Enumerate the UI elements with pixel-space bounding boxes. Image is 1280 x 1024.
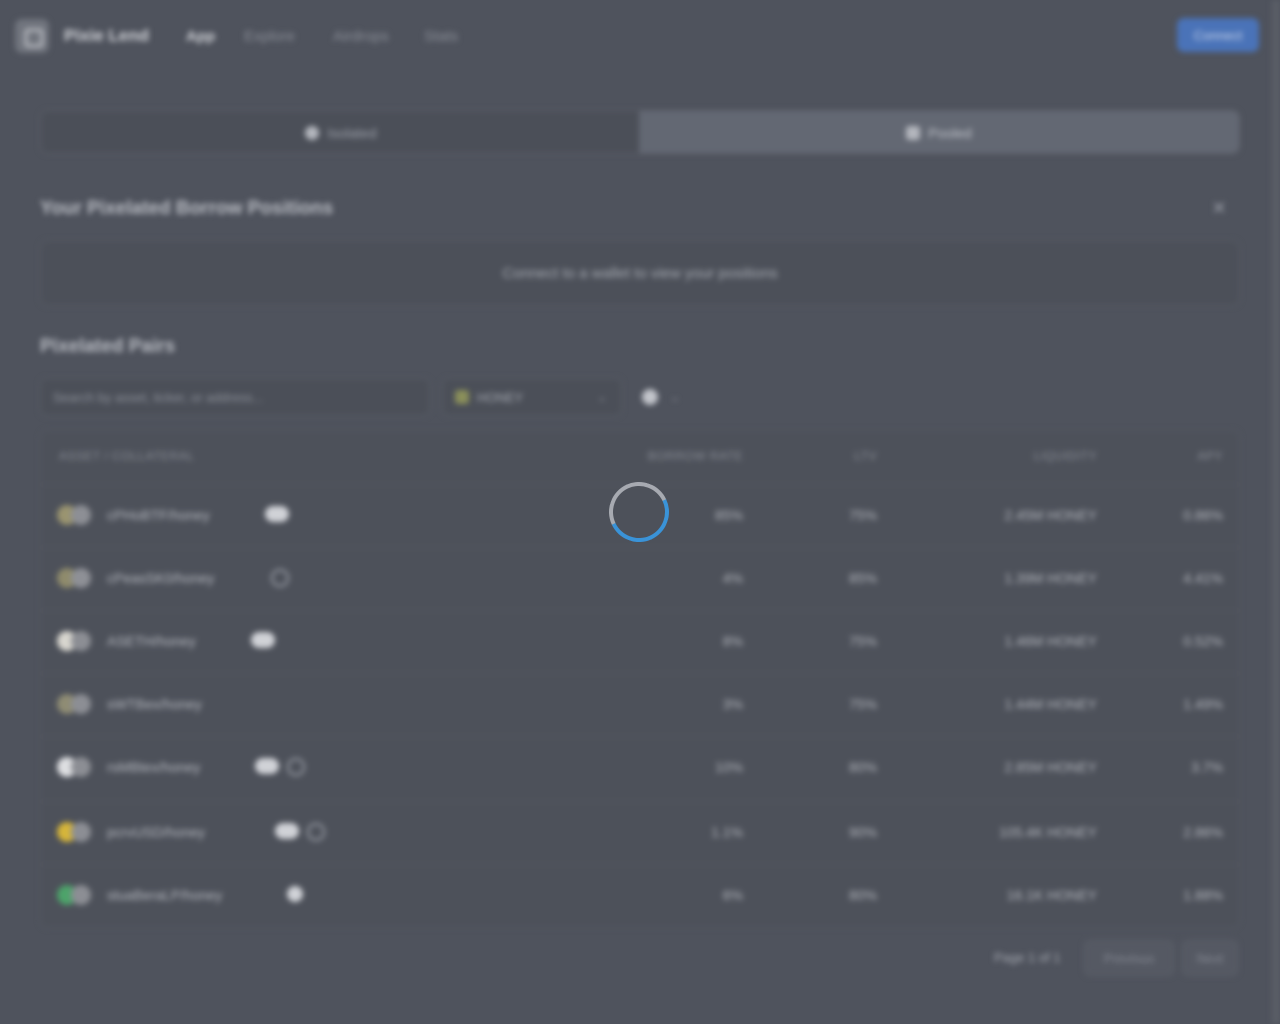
nav-app[interactable]: App [186,28,215,45]
pairs-title: Pixelated Pairs [40,336,176,357]
borrow-rate-cell: 6% [722,887,743,903]
apy-cell: 1.88% [1183,887,1223,903]
search-input[interactable] [40,378,430,416]
ltv-cell: 75% [848,696,877,712]
table-row[interactable]: stuaBeraLP/honey 6% 80% 16.1K HONEY 1.88% [41,864,1239,927]
asset-token-icon [71,505,91,525]
mode-option-label: Pooled [928,125,972,141]
ltv-cell: 75% [848,507,877,523]
pair-name: stuaBeraLP/honey [107,887,223,903]
borrow-rate-cell: 4% [722,570,743,586]
app-logo-icon[interactable] [15,19,49,53]
liquidity-cell: 105.4K HONEY [998,824,1097,840]
token-pair-icon [57,822,93,844]
apy-cell: 3.7% [1191,759,1223,775]
isolated-icon [305,126,320,140]
positions-empty-state: Connect to a wallet to view your positio… [40,240,1240,306]
apy-cell: 2.86% [1183,824,1223,840]
apy-cell: 1.49% [1183,696,1223,712]
column-header-borrow-rate[interactable]: BORROW RATE [611,449,743,463]
liquidity-cell: 16.1K HONEY [1006,887,1097,903]
chevron-down-icon: ⌄ [596,390,607,404]
asset-token-icon [71,822,91,842]
chevron-down-icon: ⌄ [670,390,681,404]
honey-token-icon [455,390,469,404]
info-icon [271,569,289,587]
liquidity-cell: 2.85M HONEY [1004,759,1097,775]
token-pair-icon [57,694,93,716]
borrow-rate-cell: 8% [722,633,743,649]
status-badge [265,506,289,522]
pair-name: cPeasSK0/honey [107,570,215,586]
asset-token-icon [71,631,91,651]
table-row[interactable]: cPeasSK0/honey 4% 85% 1.39M HONEY 4.41% [41,547,1239,610]
pair-name: rsMBtex/honey [107,759,201,775]
close-icon[interactable]: ✕ [1208,197,1230,219]
table-row[interactable]: rsMBtex/honey 10% 80% 2.85M HONEY 3.7% [41,736,1239,799]
asset-filter-label: HONEY [477,389,524,405]
ltv-cell: 80% [848,887,877,903]
status-badge [275,823,299,839]
status-badge [287,886,303,902]
info-icon [307,823,325,841]
nav-airdrops[interactable]: Airdrops [333,28,389,45]
pair-name: ASETH/honey [107,633,196,649]
token-pair-icon [57,757,93,779]
info-icon [287,758,305,776]
liquidity-cell: 1.44M HONEY [1004,696,1097,712]
borrow-rate-cell: 1.1% [711,824,743,840]
positions-title: Your Pixelated Borrow Positions [40,198,334,219]
table-row[interactable]: ASETH/honey 8% 75% 1.46M HONEY 0.52% [41,610,1239,673]
column-header-asset[interactable]: ASSET / COLLATERAL [59,449,194,463]
borrow-rate-cell: 3% [722,696,743,712]
brand-name: Pixie Lend [64,26,150,45]
table-row[interactable]: sWTBex/honey 3% 75% 1.44M HONEY 1.49% [41,673,1239,736]
mode-option-pooled[interactable]: Pooled [639,111,1239,153]
mode-toggle: Isolated Pooled [40,110,1240,154]
page-indicator: Page 1 of 1 [994,950,1061,965]
column-header-ltv[interactable]: LTV [781,449,877,463]
secondary-filter[interactable]: ⌄ [634,378,694,416]
filter-toggle-icon [642,389,658,405]
status-badge [255,758,279,774]
apy-cell: 0.52% [1183,633,1223,649]
token-pair-icon [57,568,93,590]
liquidity-cell: 1.46M HONEY [1004,633,1097,649]
pooled-icon [906,126,921,140]
ltv-cell: 90% [848,824,877,840]
mode-option-label: Isolated [327,125,377,141]
table-row[interactable]: pcrvUSD/honey 1.1% 90% 105.4K HONEY 2.86% [41,801,1239,864]
borrow-rate-cell: 10% [714,759,743,775]
apy-cell: 4.41% [1183,570,1223,586]
positions-empty-message: Connect to a wallet to view your positio… [502,264,778,282]
nav-stats[interactable]: Stats [424,28,458,45]
connect-wallet-button[interactable]: Connect [1177,18,1259,52]
page-scrollbar[interactable] [1272,0,1280,1024]
token-pair-icon [57,505,93,527]
pair-name: cPHoBTF/honey [107,507,210,523]
nav-explore[interactable]: Explore [244,28,295,45]
asset-token-icon [71,568,91,588]
previous-page-button[interactable]: Previous [1084,940,1174,976]
column-header-liquidity[interactable]: LIQUIDITY [941,449,1097,463]
liquidity-cell: 1.39M HONEY [1004,570,1097,586]
ltv-cell: 75% [848,633,877,649]
liquidity-cell: 2.45M HONEY [1004,507,1097,523]
next-page-button[interactable]: Next [1182,940,1238,976]
status-badge [251,632,275,648]
token-pair-icon [57,631,93,653]
top-bar: Pixie Lend App Explore Airdrops Stats Co… [0,0,1280,72]
column-header-apy[interactable]: APY [1141,449,1223,463]
pair-name: sWTBex/honey [107,696,202,712]
asset-token-icon [71,885,91,905]
pair-name: pcrvUSD/honey [107,824,206,840]
ltv-cell: 80% [848,759,877,775]
apy-cell: 0.86% [1183,507,1223,523]
token-pair-icon [57,885,93,907]
asset-filter-select[interactable]: HONEY ⌄ [442,378,622,416]
asset-token-icon [71,757,91,777]
ltv-cell: 85% [848,570,877,586]
mode-option-isolated[interactable]: Isolated [41,111,641,153]
asset-token-icon [71,694,91,714]
